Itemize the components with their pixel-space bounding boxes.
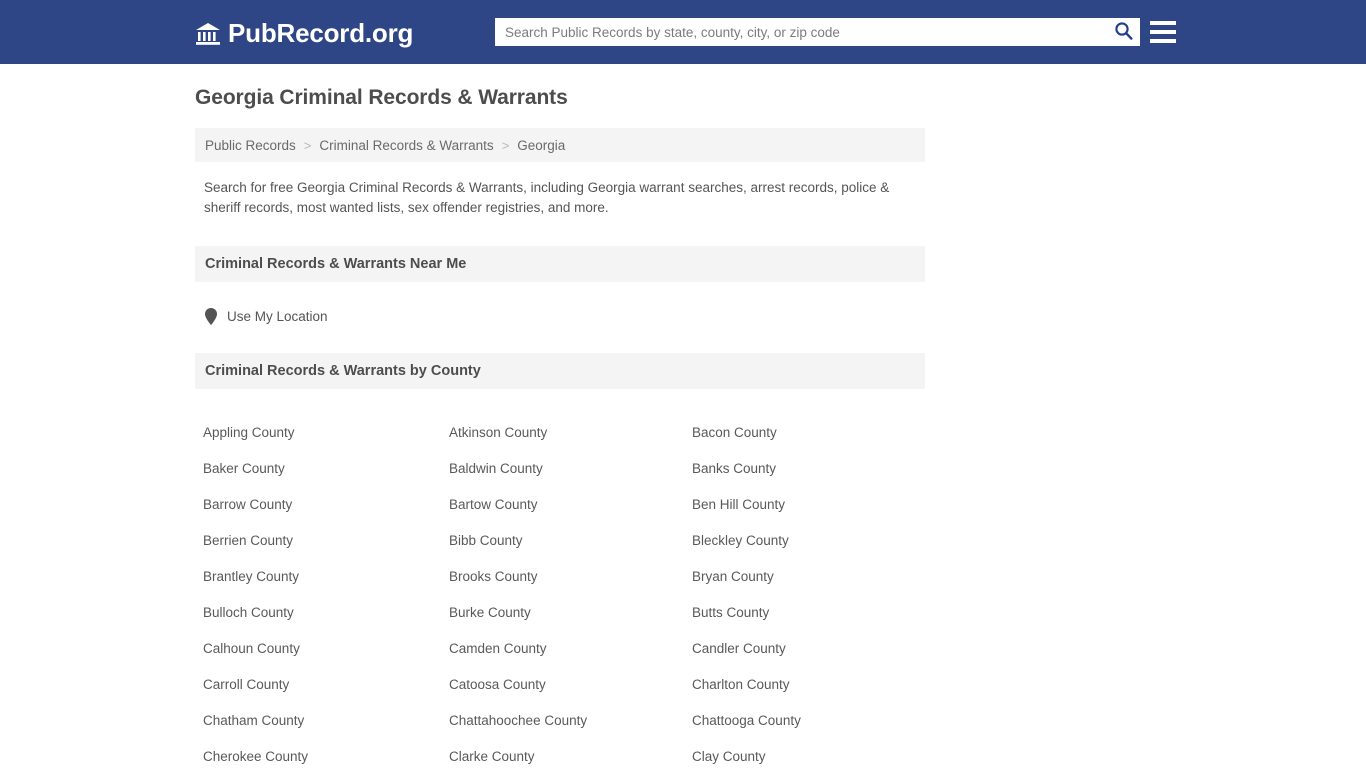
use-my-location-link[interactable]: Use My Location — [205, 308, 925, 325]
county-link[interactable]: Charlton County — [692, 667, 925, 703]
map-pin-icon — [205, 308, 217, 325]
county-link[interactable]: Appling County — [203, 415, 449, 451]
breadcrumb-item-georgia: Georgia — [517, 137, 566, 153]
breadcrumb-item-public-records[interactable]: Public Records — [205, 138, 296, 153]
search-input[interactable] — [495, 19, 1106, 45]
county-link[interactable]: Burke County — [449, 595, 692, 631]
county-link[interactable]: Clay County — [692, 739, 925, 768]
county-link[interactable]: Barrow County — [203, 487, 449, 523]
county-link[interactable]: Bibb County — [449, 523, 692, 559]
menu-bar-1 — [1150, 21, 1176, 25]
section-title-near-me: Criminal Records & Warrants Near Me — [205, 256, 467, 272]
county-link[interactable]: Chattooga County — [692, 703, 925, 739]
county-link[interactable]: Catoosa County — [449, 667, 692, 703]
use-my-location-label: Use My Location — [227, 309, 328, 324]
county-link[interactable]: Banks County — [692, 451, 925, 487]
county-link[interactable]: Candler County — [692, 631, 925, 667]
menu-bar-2 — [1150, 30, 1176, 34]
county-link[interactable]: Bleckley County — [692, 523, 925, 559]
county-link[interactable]: Calhoun County — [203, 631, 449, 667]
section-header-by-county: Criminal Records & Warrants by County — [195, 353, 925, 389]
breadcrumb-item-criminal-records-warrants[interactable]: Criminal Records & Warrants — [319, 138, 493, 153]
menu-bar-3 — [1150, 39, 1176, 43]
search-bar — [495, 18, 1140, 46]
county-link[interactable]: Bacon County — [692, 415, 925, 451]
site-header: PubRecord.org — [0, 0, 1366, 64]
county-link[interactable]: Camden County — [449, 631, 692, 667]
page-description: Search for free Georgia Criminal Records… — [204, 180, 890, 215]
search-icon — [1114, 21, 1133, 43]
section-title-by-county: Criminal Records & Warrants by County — [205, 363, 481, 379]
page-title: Georgia Criminal Records & Warrants — [195, 86, 568, 109]
county-link[interactable]: Baldwin County — [449, 451, 692, 487]
breadcrumb-separator-1: > — [303, 137, 312, 153]
hamburger-menu-icon[interactable] — [1150, 19, 1176, 45]
site-logo-link[interactable]: PubRecord.org — [195, 18, 413, 49]
county-link[interactable]: Chattahoochee County — [449, 703, 692, 739]
county-list: Appling County Atkinson County Bacon Count… — [195, 415, 925, 768]
county-link[interactable]: Brantley County — [203, 559, 449, 595]
county-link[interactable]: Atkinson County — [449, 415, 692, 451]
breadcrumb: Public Records > Criminal Records & Warr… — [195, 128, 925, 162]
county-link[interactable]: Brooks County — [449, 559, 692, 595]
county-link[interactable]: Butts County — [692, 595, 925, 631]
bank-building-icon — [195, 21, 221, 47]
county-link[interactable]: Baker County — [203, 451, 449, 487]
county-link[interactable]: Bulloch County — [203, 595, 449, 631]
county-link[interactable]: Cherokee County — [203, 739, 449, 768]
county-link[interactable]: Clarke County — [449, 739, 692, 768]
county-link[interactable]: Carroll County — [203, 667, 449, 703]
county-link[interactable]: Berrien County — [203, 523, 449, 559]
section-header-near-me: Criminal Records & Warrants Near Me — [195, 246, 925, 282]
breadcrumb-separator-2: > — [501, 137, 510, 153]
county-link[interactable]: Bryan County — [692, 559, 925, 595]
site-brand-name: PubRecord.org — [228, 18, 414, 48]
main-content: Georgia Criminal Records & Warrants Publ… — [195, 64, 925, 768]
county-link[interactable]: Ben Hill County — [692, 487, 925, 523]
search-button[interactable] — [1106, 18, 1140, 46]
county-link[interactable]: Bartow County — [449, 487, 692, 523]
county-link[interactable]: Chatham County — [203, 703, 449, 739]
